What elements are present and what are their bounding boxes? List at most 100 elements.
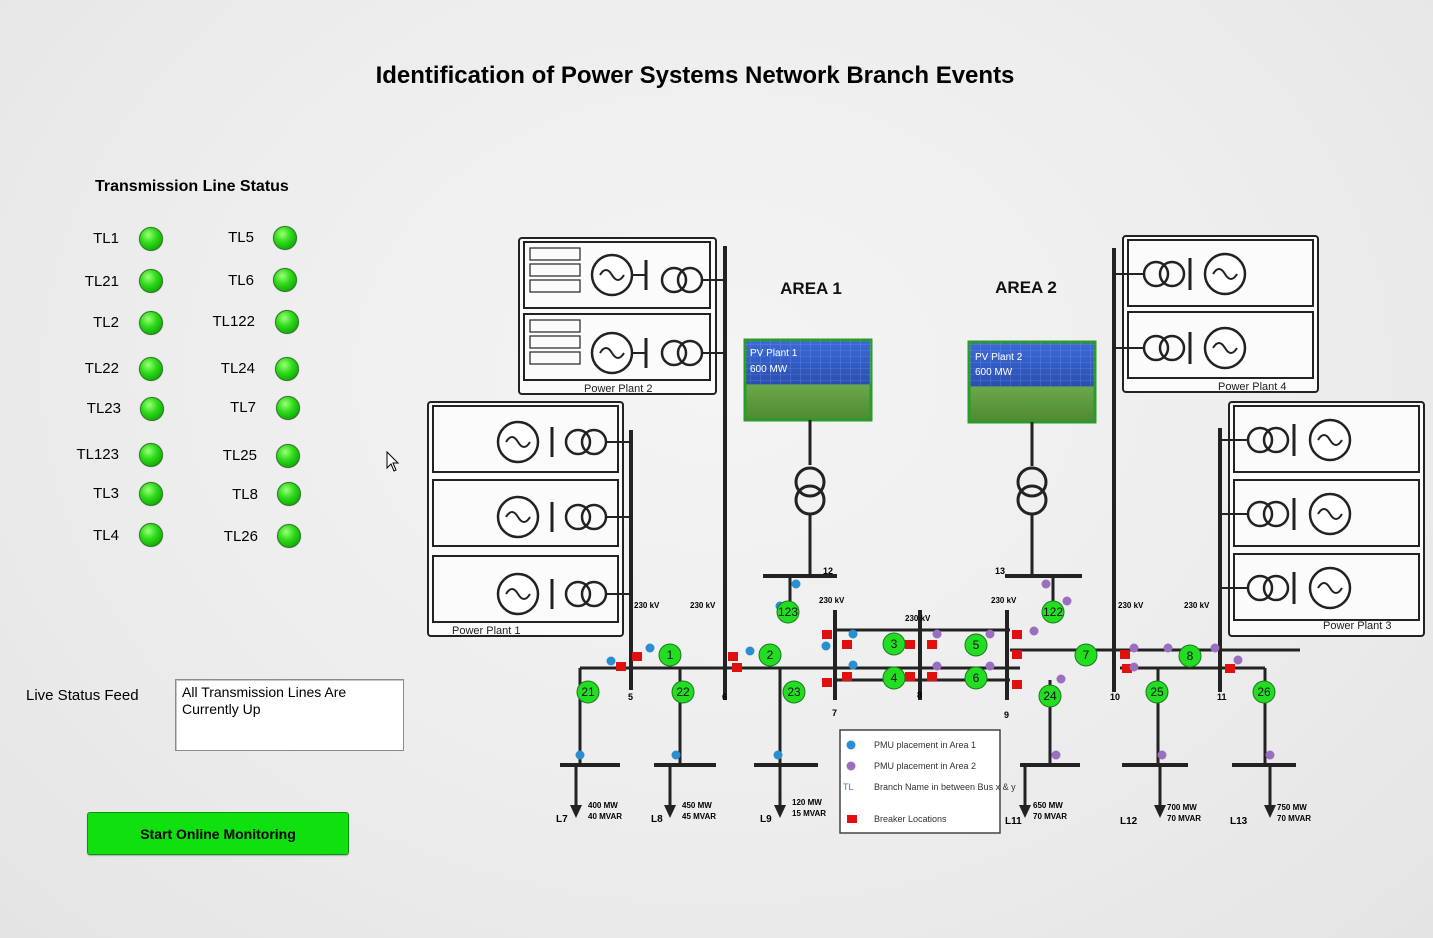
mouse-cursor-icon bbox=[386, 451, 400, 472]
tl-label: TL3 bbox=[93, 485, 119, 502]
status-lamp-tl26 bbox=[277, 524, 301, 548]
live-status-feed-label: Live Status Feed bbox=[26, 687, 139, 704]
tl-label: TL26 bbox=[223, 528, 258, 545]
start-online-monitoring-button[interactable]: Start Online Monitoring bbox=[87, 812, 349, 855]
load-l9-q: 15 MVAR bbox=[792, 809, 826, 818]
tl-label: TL2 bbox=[93, 314, 119, 331]
bus-12-label: 12 bbox=[823, 566, 833, 576]
load-l8-p: 450 MW bbox=[682, 801, 712, 810]
tl-label: TL1 bbox=[93, 230, 119, 247]
line-marker: 26 bbox=[1257, 685, 1271, 699]
line-marker: 5 bbox=[973, 638, 980, 652]
line-marker: 24 bbox=[1043, 689, 1057, 703]
line-marker: 7 bbox=[1083, 648, 1090, 662]
status-lamp-tl3 bbox=[139, 482, 163, 506]
tl-label: TL22 bbox=[84, 360, 119, 377]
pv-plant-1-name: PV Plant 1 bbox=[750, 348, 798, 359]
voltage-label: 230 kV bbox=[1184, 601, 1210, 610]
line-marker: 21 bbox=[581, 685, 595, 699]
tl-label: TL7 bbox=[230, 399, 256, 416]
load-l13-q: 70 MVAR bbox=[1277, 814, 1311, 823]
area-1-label: AREA 1 bbox=[780, 279, 842, 298]
pv-plant-1-capacity: 600 MW bbox=[750, 364, 788, 375]
line-marker: 1 bbox=[667, 648, 674, 662]
load-l11-q: 70 MVAR bbox=[1033, 812, 1067, 821]
load-l8: L8 bbox=[651, 814, 663, 825]
live-status-feed-textbox[interactable]: All Transmission Lines Are Currently Up bbox=[175, 679, 404, 751]
status-lamp-tl6 bbox=[273, 268, 297, 292]
load-l9: L9 bbox=[760, 814, 772, 825]
status-lamp-tl1 bbox=[139, 227, 163, 251]
voltage-label: 230 kV bbox=[819, 596, 845, 605]
load-l9-p: 120 MW bbox=[792, 798, 822, 807]
load-l13-p: 750 MW bbox=[1277, 803, 1307, 812]
status-lamp-tl23 bbox=[140, 397, 164, 421]
load-l8-q: 45 MVAR bbox=[682, 812, 716, 821]
tl-label: TL24 bbox=[220, 360, 255, 377]
load-l7: L7 bbox=[556, 814, 568, 825]
status-lamp-tl5 bbox=[273, 226, 297, 250]
status-lamp-tl4 bbox=[139, 523, 163, 547]
pv-plant-2-name: PV Plant 2 bbox=[975, 352, 1023, 363]
page-title: Identification of Power Systems Network … bbox=[375, 62, 1015, 89]
transmission-line-status-heading: Transmission Line Status bbox=[95, 178, 289, 195]
load-l7-q: 40 MVAR bbox=[588, 812, 622, 821]
bus-11-label: 11 bbox=[1217, 692, 1227, 702]
load-l11: L11 bbox=[1005, 816, 1022, 827]
power-plant-1-label: Power Plant 1 bbox=[452, 625, 520, 637]
bus-6-label: 6 bbox=[722, 692, 727, 702]
tl-label: TL25 bbox=[222, 447, 257, 464]
line-marker: 2 bbox=[767, 648, 774, 662]
power-system-diagram: AREA 1 AREA 2 Power Plant 2 Power Plant … bbox=[427, 235, 1425, 834]
status-lamp-tl123 bbox=[139, 443, 163, 467]
voltage-label: 230 kV bbox=[634, 601, 660, 610]
legend-item: PMU placement in Area 2 bbox=[874, 761, 976, 771]
status-lamp-tl7 bbox=[276, 396, 300, 420]
voltage-label: 230 kV bbox=[905, 614, 931, 623]
voltage-label: 230 kV bbox=[690, 601, 716, 610]
line-marker: 25 bbox=[1150, 685, 1164, 699]
load-l11-p: 650 MW bbox=[1033, 801, 1063, 810]
tl-label: TL23 bbox=[86, 400, 121, 417]
status-lamp-tl2 bbox=[139, 311, 163, 335]
line-marker: 4 bbox=[891, 671, 898, 685]
pv-plant-2-capacity: 600 MW bbox=[975, 367, 1013, 378]
tl-label: TL6 bbox=[228, 272, 254, 289]
load-l7-p: 400 MW bbox=[588, 801, 618, 810]
power-plant-1 bbox=[427, 401, 633, 690]
line-marker: 8 bbox=[1187, 649, 1194, 663]
bus-5-label: 5 bbox=[628, 692, 633, 702]
load-l12-q: 70 MVAR bbox=[1167, 814, 1201, 823]
legend-item: Breaker Locations bbox=[874, 814, 947, 824]
tl-label: TL21 bbox=[84, 273, 119, 290]
tl-label: TL8 bbox=[232, 486, 258, 503]
load-l12: L12 bbox=[1120, 816, 1138, 827]
load-l12-p: 700 MW bbox=[1167, 803, 1197, 812]
power-plant-3-label: Power Plant 3 bbox=[1323, 620, 1391, 632]
line-marker: 3 bbox=[891, 637, 898, 651]
svg-text:TL: TL bbox=[843, 782, 854, 792]
voltage-label: 230 kV bbox=[991, 596, 1017, 605]
line-marker: 123 bbox=[778, 605, 798, 619]
tl-label: TL122 bbox=[212, 313, 255, 330]
power-plant-4-label: Power Plant 4 bbox=[1218, 381, 1286, 393]
load-l13: L13 bbox=[1230, 816, 1248, 827]
status-lamp-tl8 bbox=[277, 482, 301, 506]
status-lamp-tl22 bbox=[139, 357, 163, 381]
tl-label: TL5 bbox=[228, 229, 254, 246]
bus-7-label: 7 bbox=[832, 708, 837, 718]
line-marker: 23 bbox=[787, 685, 801, 699]
status-lamp-tl122 bbox=[275, 310, 299, 334]
bus-8-label: 8 bbox=[917, 690, 922, 700]
line-marker: 22 bbox=[676, 685, 690, 699]
legend-item: Branch Name in between Bus x & y bbox=[874, 782, 1016, 792]
tl-label: TL4 bbox=[93, 527, 119, 544]
bus-10-label: 10 bbox=[1110, 692, 1120, 702]
line-marker: 122 bbox=[1043, 605, 1063, 619]
legend-item: PMU placement in Area 1 bbox=[874, 740, 976, 750]
line-marker: 6 bbox=[973, 671, 980, 685]
voltage-label: 230 kV bbox=[1118, 601, 1144, 610]
area-2-label: AREA 2 bbox=[995, 278, 1057, 297]
status-lamp-tl24 bbox=[275, 357, 299, 381]
status-lamp-tl25 bbox=[276, 444, 300, 468]
